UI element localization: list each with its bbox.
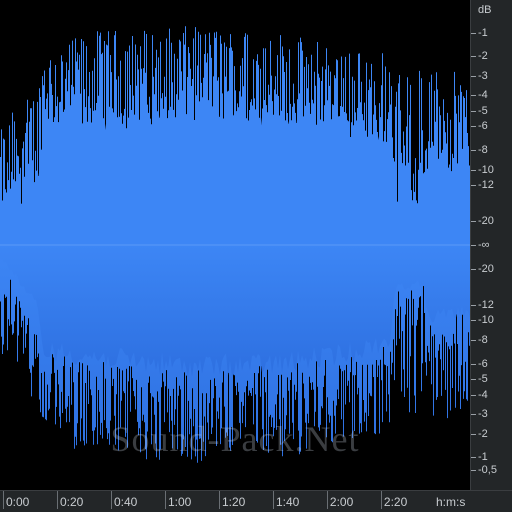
db-tick-mark <box>471 169 476 171</box>
time-tick-label: 2:20 <box>383 495 408 509</box>
time-ruler: 0:00 0:20 0:40 1:00 1:20 1:40 2:00 2:20 h:m:s <box>0 490 512 512</box>
db-tick-label: -4 <box>478 389 488 402</box>
db-tick-label: -6 <box>478 358 488 371</box>
db-tick-mark <box>471 304 476 306</box>
db-tick-mark <box>471 320 476 322</box>
time-tick-label: 2:00 <box>329 495 354 509</box>
db-tick-label: -5 <box>478 372 488 385</box>
db-tick-mark <box>471 395 476 397</box>
db-tick-mark <box>471 245 476 246</box>
time-tick-label: 0:00 <box>6 495 30 509</box>
db-tick-label: -20 <box>478 262 494 275</box>
db-tick-label: -3 <box>478 407 488 420</box>
db-tick-label: -3 <box>478 70 488 83</box>
db-tick-mark <box>471 125 476 127</box>
time-tick-mark <box>326 491 328 509</box>
db-tick-mark <box>471 364 476 366</box>
db-tick-mark <box>471 378 476 380</box>
db-tick-label: -∞ <box>478 239 490 251</box>
db-tick-mark <box>471 221 476 223</box>
db-tick-label: -1 <box>478 451 488 464</box>
db-tick-label: -10 <box>478 314 494 327</box>
db-tick-label: -0,5 <box>478 463 497 476</box>
db-tick-label: -12 <box>478 298 494 311</box>
db-tick-label: -2 <box>478 427 488 440</box>
db-unit-label: dB <box>478 4 492 16</box>
db-tick-label: -10 <box>478 163 494 176</box>
time-tick-mark <box>164 491 166 509</box>
db-tick-mark <box>471 150 476 152</box>
time-tick-mark <box>272 491 274 509</box>
time-tick-label: 0:40 <box>113 495 138 509</box>
db-tick-label: -5 <box>478 105 488 118</box>
db-tick-label: -4 <box>478 88 488 101</box>
db-tick-mark <box>471 457 476 459</box>
db-tick-mark <box>471 185 476 187</box>
time-tick-mark <box>110 491 112 509</box>
db-tick-label: -20 <box>478 215 494 228</box>
time-tick-label: 0:20 <box>59 495 84 509</box>
db-tick-mark <box>471 469 476 471</box>
time-tick-mark <box>56 491 58 509</box>
db-tick-label: -2 <box>478 50 488 63</box>
waveform-view[interactable] <box>0 0 470 490</box>
db-ruler: dB -1 -2 -3 -4 -5 -6 -8 -10 -12 -20 -∞ -20 -12 -10 -8-… <box>470 0 512 490</box>
time-tick-label: 1:00 <box>167 495 192 509</box>
time-tick-mark <box>218 491 220 509</box>
db-tick-mark <box>471 111 476 113</box>
waveform-graph[interactable] <box>0 0 470 490</box>
time-tick-mark <box>3 491 4 509</box>
watermark-text: Sound-Pack.Net <box>110 419 360 459</box>
time-tick-label: 1:40 <box>275 495 300 509</box>
db-tick-mark <box>471 94 476 96</box>
db-tick-label: -8 <box>478 144 488 157</box>
time-tick-mark <box>380 491 382 509</box>
db-tick-label: -1 <box>478 26 488 39</box>
db-tick-mark <box>471 268 476 270</box>
db-tick-mark <box>471 433 476 435</box>
db-tick-mark <box>471 413 476 415</box>
db-tick-label: -12 <box>478 179 494 192</box>
db-tick-mark <box>471 56 476 58</box>
db-tick-label: -8 <box>478 333 488 346</box>
db-tick-mark <box>471 339 476 341</box>
db-tick-label: -6 <box>478 119 488 132</box>
db-tick-mark <box>471 32 476 34</box>
db-tick-mark <box>471 76 476 78</box>
time-unit-label: h:m:s <box>436 495 466 509</box>
time-tick-label: 1:20 <box>221 495 246 509</box>
